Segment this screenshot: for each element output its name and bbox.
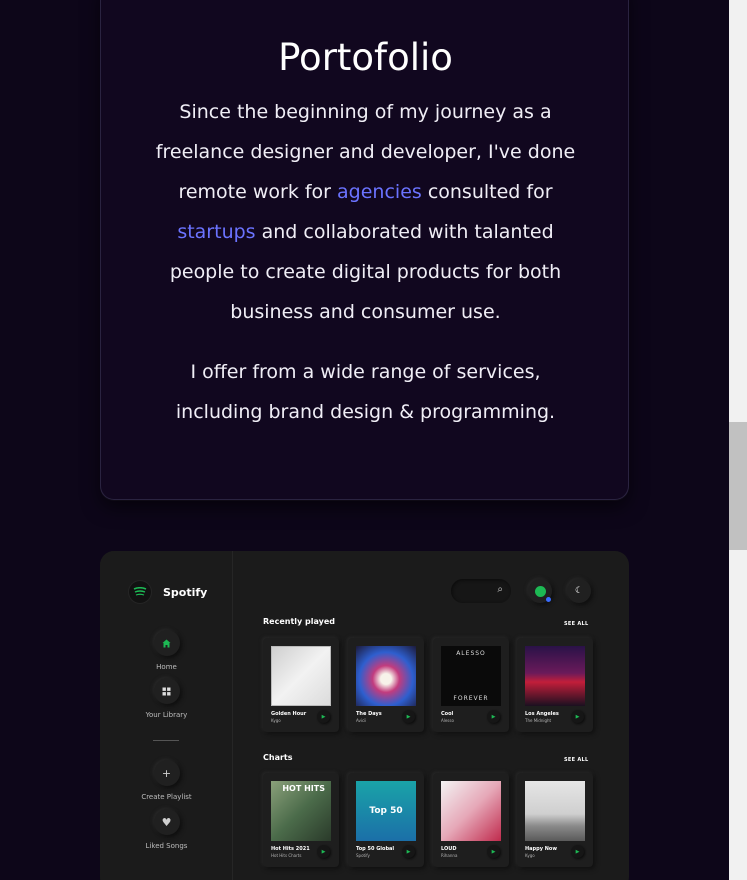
album-cover: ALESSO FOREVER	[441, 646, 501, 706]
album-title: Happy Now	[525, 846, 557, 852]
cover-text: FOREVER	[453, 695, 489, 702]
section-title: Portofolio	[278, 36, 453, 79]
sidebar-item-liked-songs[interactable]: ♥ Liked Songs	[100, 809, 233, 850]
search-icon: ⌕	[497, 584, 503, 595]
album-cover	[525, 781, 585, 841]
spotify-project-card[interactable]: Spotify Home Your Library + Create Playl…	[100, 551, 629, 880]
cover-text: ALESSO	[456, 650, 486, 657]
album-title: Golden Hour	[271, 711, 307, 717]
sidebar-item-create-playlist[interactable]: + Create Playlist	[100, 760, 233, 801]
spotify-logo-icon	[129, 581, 151, 603]
album-cover	[356, 646, 416, 706]
album-card[interactable]: ALESSO FOREVER Cool Alesso ▶	[433, 638, 509, 732]
play-icon[interactable]: ▶	[402, 710, 415, 723]
sidebar-item-label: Home	[156, 663, 177, 671]
play-icon[interactable]: ▶	[317, 710, 330, 723]
album-title: Los Angeles	[525, 711, 559, 717]
play-icon[interactable]: ▶	[487, 845, 500, 858]
album-title: LOUD	[441, 846, 457, 852]
recently-played-title: Recently played	[263, 617, 336, 626]
play-icon[interactable]: ▶	[402, 845, 415, 858]
album-artist: Spotify	[356, 853, 370, 858]
moon-icon: ☾	[574, 586, 584, 596]
album-artist: Kygo	[271, 718, 281, 723]
sidebar-item-library[interactable]: Your Library	[100, 678, 233, 719]
album-artist: Avicii	[356, 718, 367, 723]
spotify-logo-text: Spotify	[163, 585, 208, 599]
album-artist: Hot Hits Charts	[271, 853, 302, 858]
album-cover: HOT HITS	[271, 781, 331, 841]
album-title: The Days	[356, 711, 382, 717]
album-card[interactable]: HOT HITS Hot Hits 2021 Hot Hits Charts ▶	[263, 773, 339, 867]
album-cover	[271, 646, 331, 706]
play-icon[interactable]: ▶	[317, 845, 330, 858]
services-paragraph: I offer from a wide range of services, i…	[175, 361, 556, 423]
see-all-link[interactable]: SEE ALL	[564, 757, 589, 763]
album-cover: Top 50	[356, 781, 416, 841]
cover-text: HOT HITS	[282, 784, 325, 793]
sidebar-item-label: Your Library	[145, 711, 188, 719]
play-icon[interactable]: ▶	[571, 845, 584, 858]
see-all-link[interactable]: SEE ALL	[564, 621, 589, 627]
album-title: Hot Hits 2021	[271, 846, 310, 852]
album-card[interactable]: Los Angeles The Midnight ▶	[517, 638, 593, 732]
album-title: Cool	[441, 711, 454, 717]
album-artist: Alesso	[441, 718, 454, 723]
agencies-link[interactable]: agencies	[337, 181, 422, 203]
charts-title: Charts	[263, 753, 293, 762]
sidebar-divider	[153, 740, 179, 741]
sidebar-item-label: Liked Songs	[145, 842, 188, 850]
album-cover	[525, 646, 585, 706]
user-icon	[534, 585, 546, 597]
sidebar-item-home[interactable]: Home	[100, 630, 233, 671]
album-card[interactable]: Top 50 Top 50 Global Spotify ▶	[348, 773, 424, 867]
home-icon	[153, 630, 180, 656]
search-input[interactable]: ⌕	[451, 579, 511, 603]
album-artist: Rihanna	[441, 853, 458, 858]
spotify-main: ⌕ ☾ Recently played SEE ALL Golden Hour …	[234, 551, 629, 880]
heart-icon: ♥	[153, 809, 180, 835]
album-card[interactable]: The Days Avicii ▶	[348, 638, 424, 732]
page-scrollbar[interactable]	[729, 0, 747, 880]
avatar[interactable]	[528, 579, 552, 603]
album-artist: Kygo	[525, 853, 535, 858]
spotify-logo[interactable]: Spotify	[129, 581, 207, 603]
cover-text: Top 50	[369, 806, 403, 816]
portfolio-intro-card: Portofolio Since the beginning of my jou…	[100, 0, 629, 500]
status-dot	[546, 597, 551, 602]
plus-icon: +	[153, 760, 180, 786]
play-icon[interactable]: ▶	[487, 710, 500, 723]
album-card[interactable]: Golden Hour Kygo ▶	[263, 638, 339, 732]
sidebar-item-label: Create Playlist	[141, 793, 192, 801]
startups-link[interactable]: startups	[177, 221, 255, 243]
play-icon[interactable]: ▶	[571, 710, 584, 723]
album-cover	[441, 781, 501, 841]
album-card[interactable]: Happy Now Kygo ▶	[517, 773, 593, 867]
spotify-sidebar: Spotify Home Your Library + Create Playl…	[100, 551, 233, 880]
intro-paragraph: Since the beginning of my journey as a f…	[151, 92, 580, 332]
album-card[interactable]: LOUD Rihanna ▶	[433, 773, 509, 867]
library-icon	[153, 678, 180, 704]
scrollbar-thumb[interactable]	[729, 422, 747, 550]
album-artist: The Midnight	[525, 718, 552, 723]
theme-toggle[interactable]: ☾	[567, 579, 591, 603]
intro-text-2: consulted for	[421, 181, 553, 203]
album-title: Top 50 Global	[356, 846, 395, 852]
